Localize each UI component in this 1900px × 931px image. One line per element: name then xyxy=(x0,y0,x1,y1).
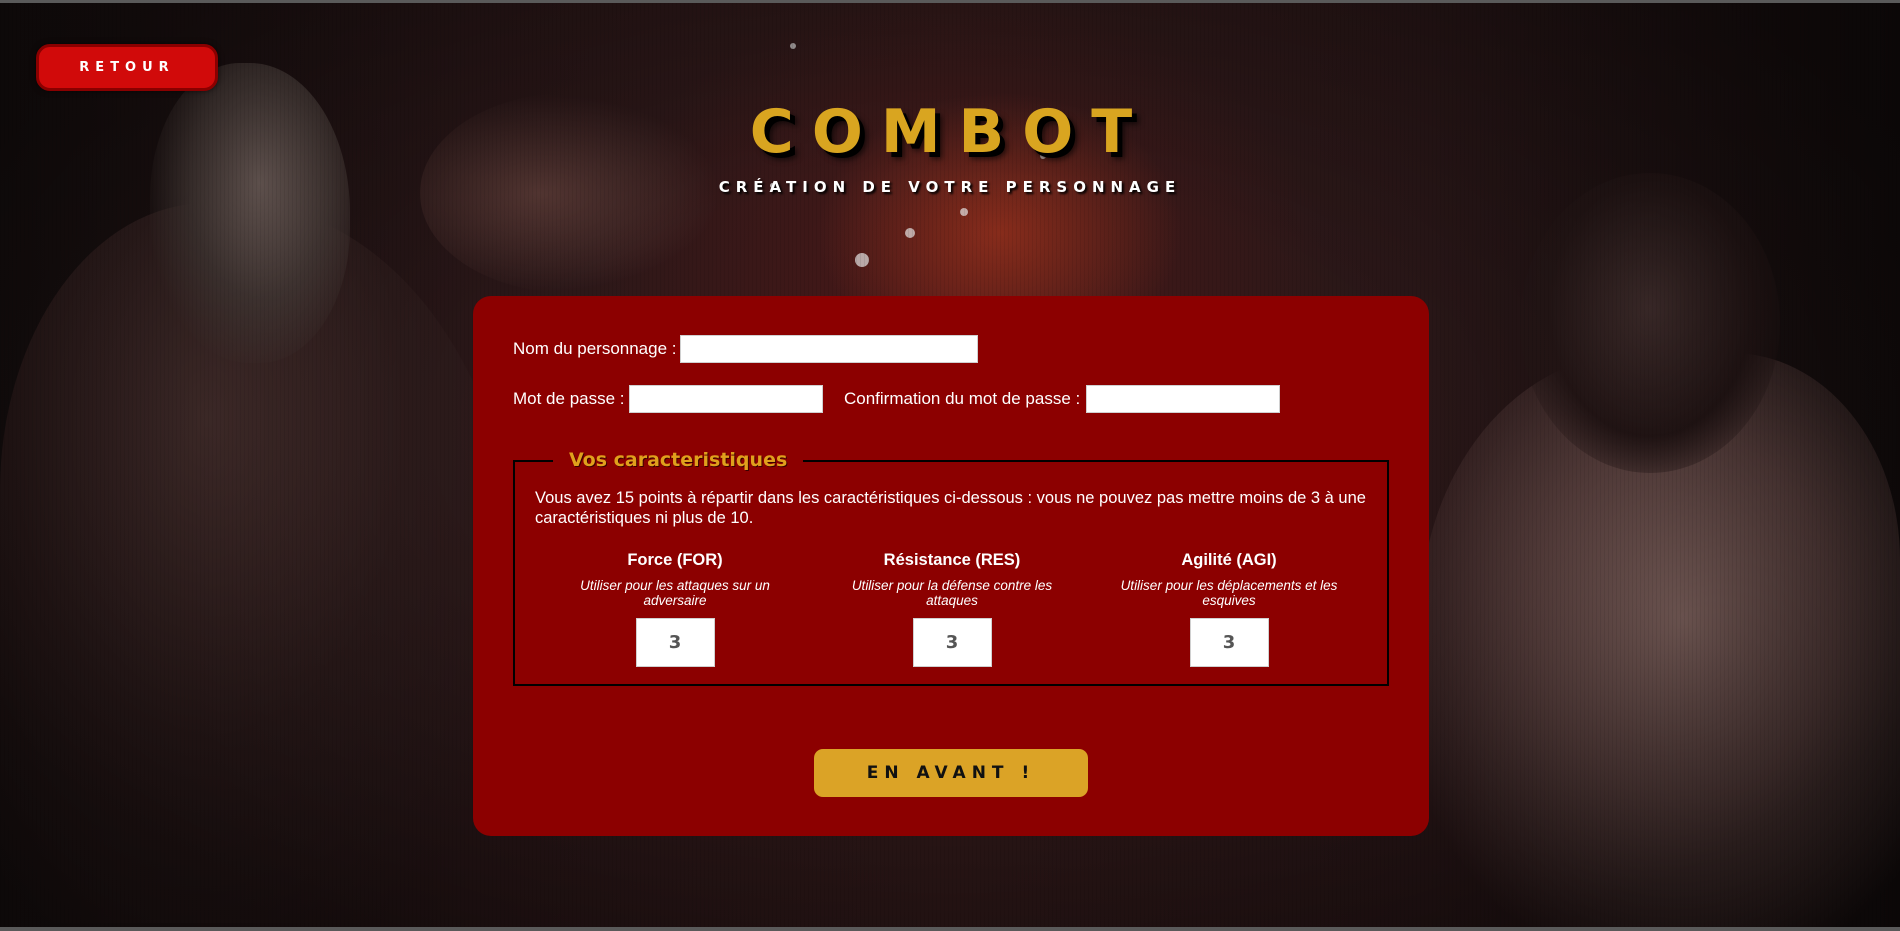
resistance-stat-input[interactable] xyxy=(912,618,992,667)
character-form-panel: Nom du personnage : Mot de passe : Confi… xyxy=(473,296,1429,836)
force-stat-input[interactable] xyxy=(635,618,715,667)
confirm-password-label: Confirmation du mot de passe : xyxy=(844,389,1081,408)
stat-description: Utiliser pour les attaques sur un advers… xyxy=(580,578,770,608)
stat-description: Utiliser pour les déplacements et les es… xyxy=(1120,578,1338,608)
password-input[interactable] xyxy=(629,385,823,413)
stat-force: Force (FOR) Utiliser pour les attaques s… xyxy=(565,550,785,667)
stat-description: Utiliser pour la défense contre les atta… xyxy=(851,578,1053,608)
stat-title: Force (FOR) xyxy=(627,551,723,569)
agility-stat-input[interactable] xyxy=(1189,618,1269,667)
back-button[interactable]: Retour xyxy=(36,44,218,91)
stat-title: Agilité (AGI) xyxy=(1181,551,1277,569)
confirm-password-input[interactable] xyxy=(1086,385,1280,413)
stat-resistance: Résistance (RES) Utiliser pour la défens… xyxy=(842,550,1062,667)
bottom-border xyxy=(0,927,1900,931)
stat-agility: Agilité (AGI) Utiliser pour les déplacem… xyxy=(1119,550,1339,667)
password-label: Mot de passe : xyxy=(513,389,625,408)
name-label: Nom du personnage : xyxy=(513,339,677,358)
stat-title: Résistance (RES) xyxy=(883,551,1021,569)
character-name-input[interactable] xyxy=(680,335,978,363)
page-subtitle: Création de votre personnage xyxy=(718,178,1182,196)
logo-title: COMBOT xyxy=(749,97,1151,167)
characteristics-fieldset: Vos caracteristiques Vous avez 15 points… xyxy=(513,446,1389,686)
submit-button[interactable]: En avant ! xyxy=(814,749,1088,797)
characteristics-intro: Vous avez 15 points à répartir dans les … xyxy=(535,489,1366,527)
characteristics-legend: Vos caracteristiques xyxy=(553,446,804,474)
